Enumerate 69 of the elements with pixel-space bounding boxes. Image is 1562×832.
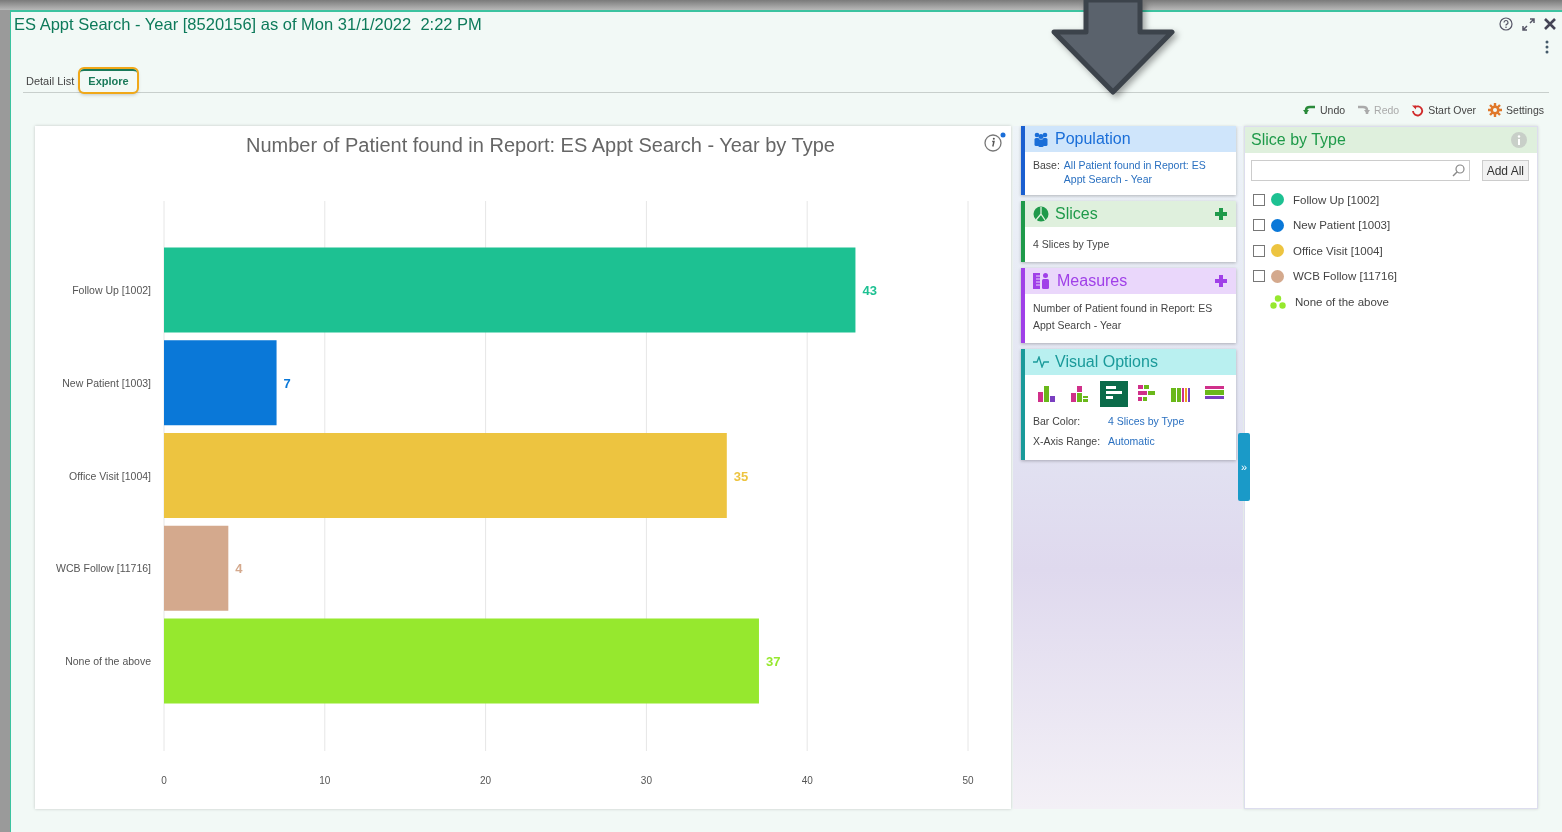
bar-value-label: 7 <box>283 375 291 391</box>
checkbox[interactable] <box>1253 244 1265 257</box>
panel-title: Slices <box>1055 205 1099 223</box>
pulse-icon <box>1033 356 1049 368</box>
category-label: Office Visit [1004] <box>69 469 151 482</box>
checkbox[interactable] <box>1253 193 1265 206</box>
settings-icon <box>1488 103 1503 117</box>
slice-item[interactable]: Follow Up [1002] <box>1293 193 1380 206</box>
more-icon[interactable] <box>1545 40 1549 54</box>
info-icon[interactable] <box>984 132 1006 152</box>
population-base-label: Base: <box>1033 158 1060 173</box>
x-axis-range-link[interactable]: Automatic <box>1108 431 1155 451</box>
undo-arrow-icon <box>1302 105 1316 115</box>
chart-type-icon <box>1037 384 1058 402</box>
panel-title: Population <box>1055 130 1132 148</box>
close-icon[interactable] <box>1544 18 1556 30</box>
option-label: X-Axis Range: <box>1033 434 1102 449</box>
panel-title: Visual Options <box>1055 353 1159 371</box>
window-title: ES Appt Search - Year [8520156] as of Mon 31/1/2022 2:22 PM <box>14 14 482 34</box>
category-label: WCB Follow [11716] <box>56 562 151 575</box>
category-label: None of the above <box>65 655 151 667</box>
chart-title: Number of Patient found in Report: ES Appt Search - Year by Type <box>246 133 835 158</box>
measures-text: Number of Patient found in Report: ES Appt Search - Year <box>1033 302 1213 331</box>
people-icon <box>1033 131 1049 147</box>
chart-type-icon <box>1070 384 1091 402</box>
panel-title: Measures <box>1057 272 1129 290</box>
bar-color-link[interactable]: 4 Slices by Type <box>1108 411 1185 431</box>
bar-value-label: 4 <box>235 561 243 577</box>
option-label: Bar Color: <box>1033 414 1082 429</box>
axis-tick-label: 40 <box>801 775 813 786</box>
tab[interactable]: Explore <box>80 69 137 92</box>
settings-button[interactable]: Settings <box>1488 102 1544 118</box>
bar-value-label: 43 <box>862 283 877 298</box>
slice-item[interactable]: WCB Follow [11716] <box>1293 270 1397 283</box>
redo-arrow-icon <box>1357 105 1371 115</box>
toolbar-button[interactable]: Start Over <box>1411 102 1477 118</box>
checkbox[interactable] <box>1253 219 1265 232</box>
axis-tick-label: 50 <box>962 775 974 786</box>
ruler-person-icon <box>1033 272 1051 290</box>
checkbox[interactable] <box>1253 270 1265 283</box>
search-field[interactable] <box>1251 160 1470 181</box>
axis-tick-label: 10 <box>319 775 331 786</box>
help-icon[interactable] <box>1499 17 1513 31</box>
search-icon <box>1451 164 1465 177</box>
add-icon[interactable] <box>1214 207 1228 221</box>
slice-item[interactable]: Office Visit [1004] <box>1293 244 1383 257</box>
category-label: New Patient [1003] <box>62 376 151 389</box>
axis-tick-label: 30 <box>640 775 652 786</box>
tab[interactable]: Detail List <box>23 75 78 92</box>
panel-title: Slice by Type <box>1251 131 1346 149</box>
slices-text: 4 Slices by Type <box>1033 238 1110 250</box>
add-icon[interactable] <box>1214 274 1228 288</box>
bar-value-label: 37 <box>765 654 781 669</box>
chart-type-icon <box>1103 384 1124 402</box>
axis-tick-label: 20 <box>480 775 492 786</box>
bar-value-label: 35 <box>733 468 749 484</box>
pie-icon <box>1033 206 1049 222</box>
chart-type-icon <box>1203 384 1224 402</box>
slice-item[interactable]: New Patient [1003] <box>1293 219 1391 232</box>
slice-item[interactable]: None of the above <box>1295 295 1389 308</box>
chart-type-button[interactable] <box>1099 381 1128 407</box>
category-label: Follow Up [1002] <box>72 284 151 296</box>
add-all-button[interactable]: Add All <box>1481 160 1529 181</box>
expand-icon[interactable] <box>1522 17 1535 31</box>
toolbar-button[interactable]: Undo <box>1302 102 1346 118</box>
chart-type-icon <box>1137 384 1158 402</box>
reset-icon <box>1411 103 1425 117</box>
population-link[interactable]: All Patient found in Report: ES Appt Search - Year <box>1063 158 1228 186</box>
axis-tick-label: 0 <box>161 775 167 786</box>
